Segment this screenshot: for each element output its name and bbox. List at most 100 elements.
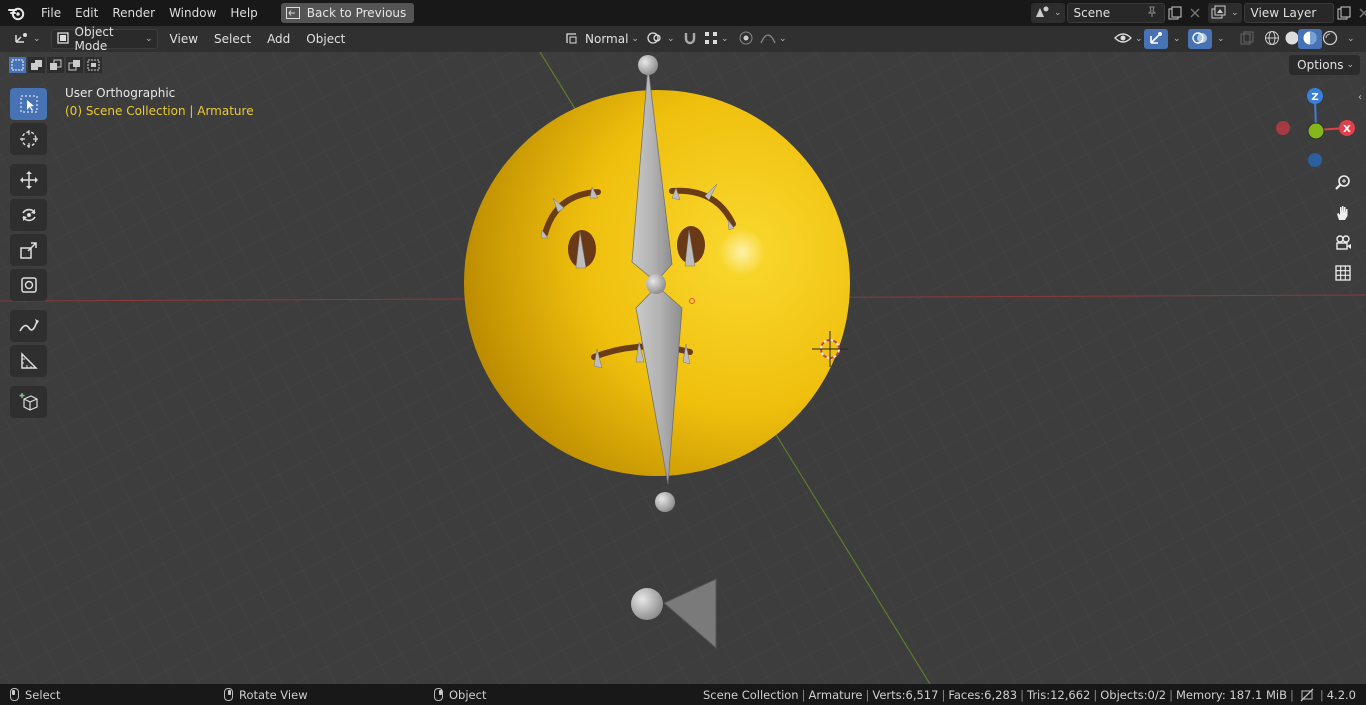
zoom-view-button[interactable]: [1330, 170, 1356, 196]
new-view-layer-icon[interactable]: [1334, 3, 1354, 23]
tool-select-box[interactable]: [10, 88, 47, 120]
render-layers-icon: [1211, 5, 1227, 22]
scene-statistics: Scene Collection | Armature | Verts:6,517 |…: [703, 687, 1356, 702]
visibility-dropdown[interactable]: ⌄: [1110, 29, 1147, 49]
menu-help[interactable]: Help: [223, 2, 264, 24]
scene-browse-button[interactable]: ⌄: [1031, 3, 1065, 23]
new-scene-icon[interactable]: [1165, 3, 1185, 23]
snap-toggle[interactable]: [678, 29, 702, 49]
hint-select: Select: [10, 684, 60, 705]
hand-icon: [1337, 206, 1348, 220]
3d-viewport[interactable]: User Orthographic (0) Scene Collection |…: [0, 52, 1366, 684]
transform-orientation-dropdown[interactable]: Normal ⌄: [560, 29, 639, 49]
selection-mode-group: [8, 56, 103, 74]
object-mode-label: Object Mode: [74, 25, 114, 53]
menu-render[interactable]: Render: [105, 2, 162, 24]
menu-file[interactable]: File: [34, 2, 68, 24]
delete-view-layer-icon[interactable]: [1354, 3, 1366, 23]
camera-view-button[interactable]: [1330, 230, 1356, 256]
pin-icon[interactable]: [1146, 6, 1158, 21]
pivot-icon: [646, 31, 664, 48]
bone-head-joint[interactable]: [638, 55, 658, 75]
shading-rendered-button[interactable]: [1318, 29, 1342, 49]
status-bar: Select Rotate View Object Scene Collecti…: [0, 684, 1366, 705]
tool-rotate[interactable]: [10, 199, 47, 231]
hint-select-label: Select: [25, 687, 61, 702]
view-layer-selector: ⌄ View Layer: [1208, 3, 1366, 23]
select-intersect-button[interactable]: [84, 56, 103, 74]
xray-toggle[interactable]: [1236, 29, 1258, 49]
header-menu-object[interactable]: Object: [298, 29, 353, 49]
sidebar-toggle-icon[interactable]: ‹: [1358, 92, 1362, 103]
gizmo-neg-x-axis[interactable]: [1276, 121, 1290, 135]
select-new-button[interactable]: [8, 56, 27, 74]
blender-logo-icon[interactable]: [0, 0, 34, 26]
tool-move[interactable]: [10, 164, 47, 196]
tool-transform[interactable]: [10, 269, 47, 301]
chevron-down-icon: ⌄: [1135, 34, 1143, 44]
stat-version: 4.2.0: [1326, 687, 1356, 702]
snap-target-dropdown[interactable]: ⌄: [700, 29, 733, 49]
shading-options-dropdown[interactable]: ⌄: [1340, 29, 1359, 49]
object-mode-dropdown[interactable]: Object Mode ⌄: [50, 25, 158, 53]
proportional-edit-toggle[interactable]: [734, 29, 758, 49]
3d-viewport-icon: [12, 31, 30, 48]
tool-cursor[interactable]: [10, 123, 47, 155]
collection-info-label: (0) Scene Collection | Armature: [65, 104, 254, 118]
rotate-icon: [21, 208, 36, 222]
delete-scene-icon[interactable]: [1185, 3, 1205, 23]
gizmo-y-axis[interactable]: [1307, 122, 1325, 140]
mouse-left-icon: [10, 688, 19, 701]
overlays-toggle[interactable]: [1188, 29, 1212, 49]
select-extend-button[interactable]: [27, 56, 46, 74]
hint-object-label: Object: [449, 687, 487, 702]
toggle-perspective-button[interactable]: [1330, 260, 1356, 286]
editor-type-button[interactable]: ⌄: [8, 29, 45, 49]
header-menu-select[interactable]: Select: [206, 29, 259, 49]
tool-scale[interactable]: [10, 234, 47, 266]
chevron-down-icon: ⌄: [1217, 34, 1225, 44]
add-cube-icon: [19, 393, 38, 411]
wireframe-sphere-icon: [1264, 30, 1280, 49]
stat-faces: Faces:6,283: [948, 687, 1018, 702]
bone-mid-joint[interactable]: [646, 274, 666, 294]
viewport-scene[interactable]: [0, 52, 1366, 684]
overlays-dropdown[interactable]: ⌄: [1210, 29, 1229, 49]
cursor-icon: [19, 130, 38, 148]
select-box-icon: [20, 95, 37, 113]
menu-window[interactable]: Window: [162, 2, 223, 24]
header-menu-add[interactable]: Add: [259, 29, 298, 49]
gizmo-x-label: X: [1343, 124, 1351, 135]
navigation-gizmo[interactable]: Z X: [1266, 82, 1362, 172]
select-subtract-button[interactable]: [46, 56, 65, 74]
back-to-previous-button[interactable]: Back to Previous: [280, 3, 415, 23]
proportional-icon: [738, 30, 754, 49]
scene-name: Scene: [1073, 6, 1111, 20]
tool-measure[interactable]: [10, 345, 47, 377]
menu-edit[interactable]: Edit: [68, 2, 105, 24]
magnifier-icon: [1335, 175, 1350, 190]
select-invert-button[interactable]: [65, 56, 84, 74]
gizmo-dropdown[interactable]: ⌄: [1166, 29, 1185, 49]
scene-name-field[interactable]: Scene: [1066, 3, 1165, 23]
proportional-falloff-dropdown[interactable]: ⌄: [756, 29, 791, 49]
chevron-down-icon: ⌄: [721, 34, 729, 44]
options-dropdown[interactable]: Options ⌄: [1289, 55, 1360, 75]
chevron-down-icon: ⌄: [1173, 34, 1181, 44]
view-layer-browse-button[interactable]: ⌄: [1208, 3, 1242, 23]
stat-active-object: Armature: [808, 687, 863, 702]
pivot-point-dropdown[interactable]: ⌄: [642, 29, 679, 49]
gizmo-icon: [1148, 30, 1164, 49]
gizmo-neg-z-axis[interactable]: [1308, 153, 1322, 167]
bone-tail-joint[interactable]: [655, 492, 675, 512]
tool-shelf: [10, 88, 47, 421]
tool-add-cube[interactable]: [10, 386, 47, 418]
scene-icon: [1034, 5, 1050, 22]
view-layer-name-field[interactable]: View Layer: [1243, 3, 1334, 23]
stat-objects: Objects:0/2: [1100, 687, 1167, 702]
tool-annotate[interactable]: [10, 310, 47, 342]
header-menu-view[interactable]: View: [162, 29, 206, 49]
material-sphere-icon: [1302, 30, 1318, 49]
pan-view-button[interactable]: [1330, 200, 1356, 226]
gizmo-toggle[interactable]: [1144, 29, 1168, 49]
